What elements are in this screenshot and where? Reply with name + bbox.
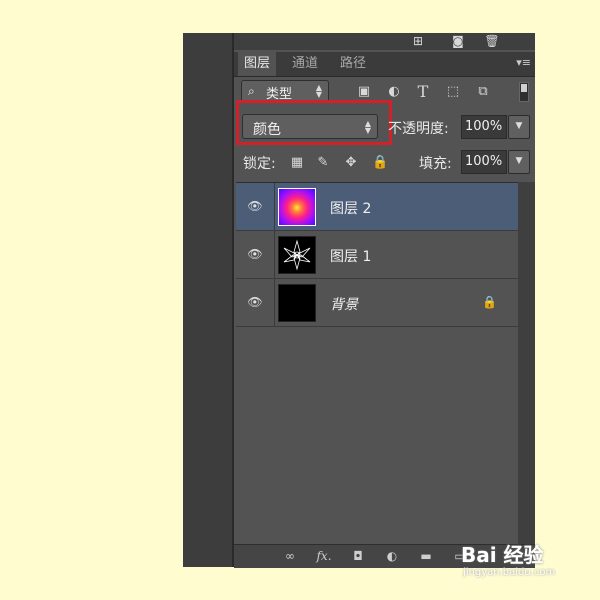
layer-name[interactable]: 图层 1 xyxy=(330,246,371,266)
annotation-highlight-box xyxy=(236,100,392,145)
layer-name[interactable]: 图层 2 xyxy=(330,198,371,218)
row-divider xyxy=(274,279,275,327)
lock-image-pixels-icon[interactable]: ✎ xyxy=(315,155,331,171)
trash-icon[interactable]: 🗑 xyxy=(484,34,500,48)
tab-paths[interactable]: 路径 xyxy=(334,52,372,76)
new-artboard-icon[interactable]: ⊞ xyxy=(410,34,426,48)
fill-label: 填充: xyxy=(419,156,452,172)
panel-tabs: 图层 通道 路径 ▾≡ xyxy=(234,52,535,77)
tab-layers[interactable]: 图层 xyxy=(238,52,277,76)
layer-name[interactable]: 背景 xyxy=(330,294,358,314)
search-icon: ⌕ xyxy=(248,84,255,98)
lock-transparent-pixels-icon[interactable]: ▦ xyxy=(289,155,305,171)
add-mask-icon[interactable]: ◘ xyxy=(350,549,366,563)
type-filter-icon[interactable]: T xyxy=(415,84,431,100)
flower-outline-icon xyxy=(283,239,311,271)
layer-thumbnail[interactable] xyxy=(278,188,316,226)
adjustment-layer-icon[interactable]: ◐ xyxy=(384,549,400,563)
watermark-url: jingyan.baidu.com xyxy=(463,567,556,578)
fx-icon[interactable]: fx. xyxy=(316,549,332,563)
panel-top-toolbar: ⊞ ◙ 🗑 xyxy=(234,33,535,50)
layer-thumbnail[interactable] xyxy=(278,284,316,322)
filter-toggle-switch[interactable] xyxy=(519,82,529,102)
opacity-label: 不透明度: xyxy=(388,121,449,137)
opacity-input[interactable]: 100% xyxy=(461,115,507,139)
opacity-dropdown-button[interactable]: ▼ xyxy=(508,115,530,139)
lock-label: 锁定: xyxy=(243,156,276,172)
left-dock-strip xyxy=(183,33,233,567)
lock-all-icon[interactable]: 🔒 xyxy=(372,155,388,171)
smart-object-filter-icon[interactable]: ⧉ xyxy=(475,84,491,100)
row-divider xyxy=(274,231,275,279)
new-group-icon[interactable]: ▬ xyxy=(418,549,434,563)
adjustment-filter-icon[interactable]: ◐ xyxy=(386,84,402,100)
eye-icon[interactable]: 👁 xyxy=(246,199,264,213)
panel-menu-icon[interactable]: ▾≡ xyxy=(516,56,531,69)
row-divider xyxy=(274,183,275,231)
camera-icon[interactable]: ◙ xyxy=(450,34,466,48)
fill-dropdown-button[interactable]: ▼ xyxy=(508,150,530,174)
eye-icon[interactable]: 👁 xyxy=(246,295,264,309)
filter-kind-select[interactable]: ⌕ 类型 ▲ ▼ xyxy=(241,80,329,102)
fill-input[interactable]: 100% xyxy=(461,150,507,174)
layers-list: 👁 图层 2 👁 图层 1 👁 背景 🔒 xyxy=(236,182,518,545)
lock-icon: 🔒 xyxy=(482,295,497,309)
eye-icon[interactable]: 👁 xyxy=(246,247,264,261)
tab-channels[interactable]: 通道 xyxy=(286,52,324,76)
layer-thumbnail[interactable] xyxy=(278,236,316,274)
lock-position-icon[interactable]: ✥ xyxy=(343,155,359,171)
layer-row-background[interactable]: 👁 背景 🔒 xyxy=(236,279,518,327)
layers-scrollbar[interactable] xyxy=(518,182,535,544)
select-arrows-icon: ▲ ▼ xyxy=(315,83,322,99)
layer-row-layer2[interactable]: 👁 图层 2 xyxy=(236,183,518,231)
shape-filter-icon[interactable]: ⬚ xyxy=(445,84,461,100)
layer-row-layer1[interactable]: 👁 图层 1 xyxy=(236,231,518,279)
baidu-watermark: Bai 经验 jingyan.baidu.com xyxy=(455,537,585,585)
link-layers-icon[interactable]: ∞ xyxy=(282,549,298,563)
watermark-brand: Bai 经验 xyxy=(461,543,544,567)
image-filter-icon[interactable]: ▣ xyxy=(356,84,372,100)
